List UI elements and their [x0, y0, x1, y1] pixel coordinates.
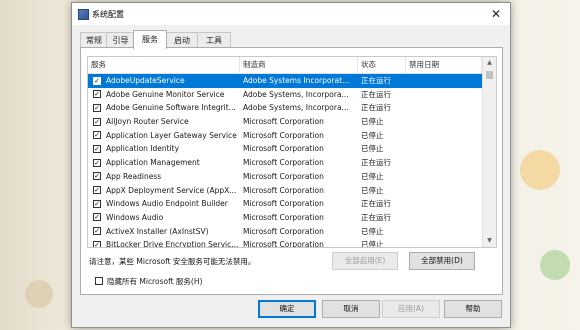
service-status: 已停止	[361, 185, 384, 195]
service-checkbox[interactable]: ✓	[93, 144, 101, 153]
tab-general[interactable]: 常规	[80, 32, 108, 48]
service-status: 正在运行	[361, 158, 391, 168]
scroll-up-arrow-icon[interactable]: ▲	[483, 57, 496, 69]
service-checkbox[interactable]: ✓	[93, 103, 101, 112]
service-manufacturer: Microsoft Corporation	[243, 130, 324, 140]
service-row[interactable]: ✓ App Readiness Microsoft Corporation 已停止	[88, 170, 482, 184]
service-checkbox[interactable]: ✓	[93, 227, 101, 236]
hide-ms-services-box[interactable]	[95, 277, 103, 285]
column-header-disabled-date[interactable]: 禁用日期	[406, 57, 482, 73]
system-configuration-dialog: 系统配置 ✕ 常规 引导 服务 启动 工具 服务 制造商 状态 禁用日期 ✓ Ad…	[71, 2, 511, 328]
tab-services[interactable]: 服务	[133, 30, 167, 49]
services-list-header: 服务 制造商 状态 禁用日期	[88, 57, 482, 74]
cancel-button[interactable]: 取消	[322, 300, 380, 318]
service-checkbox[interactable]: ✓	[93, 76, 101, 85]
column-header-manufacturer[interactable]: 制造商	[240, 57, 358, 73]
service-manufacturer: Adobe Systems, Incorpora...	[243, 89, 349, 99]
service-status: 已停止	[361, 240, 384, 248]
service-row[interactable]: ✓ AppX Deployment Service (AppX... Microso…	[88, 184, 482, 198]
service-status: 正在运行	[361, 89, 391, 99]
help-button[interactable]: 帮助	[444, 300, 502, 318]
tab-tools[interactable]: 工具	[197, 32, 231, 48]
service-row[interactable]: ✓ AllJoyn Router Service Microsoft Corpora…	[88, 115, 482, 129]
service-status: 已停止	[361, 171, 384, 181]
service-manufacturer: Microsoft Corporation	[243, 240, 324, 248]
service-name: ActiveX Installer (AxInstSV)	[106, 226, 209, 236]
service-checkbox[interactable]: ✓	[93, 240, 101, 247]
service-manufacturer: Microsoft Corporation	[243, 226, 324, 236]
service-name: Adobe Genuine Monitor Service	[106, 89, 225, 99]
ok-button[interactable]: 确定	[258, 300, 316, 318]
service-row[interactable]: ✓ Application Identity Microsoft Corporati…	[88, 142, 482, 156]
service-manufacturer: Microsoft Corporation	[243, 185, 324, 195]
service-row[interactable]: ✓ Adobe Genuine Software Integrit... Adobe…	[88, 101, 482, 115]
service-checkbox[interactable]: ✓	[93, 117, 101, 126]
service-checkbox[interactable]: ✓	[93, 186, 101, 194]
service-row[interactable]: ✓ ActiveX Installer (AxInstSV) Microsoft C…	[88, 225, 482, 239]
service-row[interactable]: ✓ AdobeUpdateService Adobe Systems Incorpo…	[88, 74, 482, 88]
scroll-down-arrow-icon[interactable]: ▼	[483, 235, 496, 247]
services-panel: 服务 制造商 状态 禁用日期 ✓ AdobeUpdateService Adobe …	[80, 47, 503, 295]
services-list[interactable]: 服务 制造商 状态 禁用日期 ✓ AdobeUpdateService Adobe …	[87, 56, 497, 248]
ms-services-note: 请注意，某些 Microsoft 安全服务可能无法禁用。	[89, 257, 256, 266]
service-name: Windows Audio Endpoint Builder	[106, 199, 228, 209]
service-status: 已停止	[361, 226, 384, 236]
service-name: BitLocker Drive Encryption Servic...	[106, 240, 238, 248]
service-manufacturer: Microsoft Corporation	[243, 171, 324, 181]
service-name: AllJoyn Router Service	[106, 117, 189, 127]
service-checkbox[interactable]: ✓	[93, 213, 101, 222]
scroll-thumb[interactable]	[486, 71, 493, 79]
service-checkbox[interactable]: ✓	[93, 90, 101, 99]
service-checkbox[interactable]: ✓	[93, 131, 101, 140]
services-rows: ✓ AdobeUpdateService Adobe Systems Incorpo…	[88, 74, 482, 248]
tab-startup[interactable]: 启动	[165, 32, 199, 48]
service-row[interactable]: ✓ Windows Audio Endpoint Builder Microsoft…	[88, 197, 482, 211]
service-name: Windows Audio	[106, 212, 164, 222]
vertical-scrollbar[interactable]: ▲ ▼	[482, 57, 496, 247]
column-header-status[interactable]: 状态	[358, 57, 406, 73]
service-checkbox[interactable]: ✓	[93, 172, 101, 181]
service-row[interactable]: ✓ Windows Audio Microsoft Corporation 正在运行	[88, 211, 482, 225]
service-manufacturer: Microsoft Corporation	[243, 144, 324, 154]
service-status: 已停止	[361, 117, 384, 127]
service-manufacturer: Adobe Systems, Incorpora...	[243, 103, 349, 113]
window-title: 系统配置	[92, 10, 124, 19]
close-icon[interactable]: ✕	[488, 6, 504, 22]
apply-button[interactable]: 应用(A)	[382, 300, 440, 318]
service-row[interactable]: ✓ Adobe Genuine Monitor Service Adobe Syst…	[88, 88, 482, 102]
service-manufacturer: Microsoft Corporation	[243, 199, 324, 209]
service-manufacturer: Microsoft Corporation	[243, 158, 324, 168]
service-status: 正在运行	[361, 76, 391, 85]
service-checkbox[interactable]: ✓	[93, 199, 101, 208]
service-name: Adobe Genuine Software Integrit...	[106, 103, 236, 113]
service-status: 已停止	[361, 130, 384, 140]
service-manufacturer: Adobe Systems Incorporat...	[243, 76, 350, 85]
column-header-service[interactable]: 服务	[88, 57, 240, 73]
service-row[interactable]: ✓ BitLocker Drive Encryption Servic... Mic…	[88, 238, 482, 248]
service-manufacturer: Microsoft Corporation	[243, 117, 324, 127]
service-status: 正在运行	[361, 199, 391, 209]
disable-all-button[interactable]: 全部禁用(D)	[409, 252, 475, 270]
tab-boot[interactable]: 引导	[106, 32, 135, 48]
service-name: AppX Deployment Service (AppX...	[106, 185, 237, 195]
service-row[interactable]: ✓ Application Management Microsoft Corpora…	[88, 156, 482, 170]
service-status: 正在运行	[361, 212, 391, 222]
service-name: Application Layer Gateway Service	[106, 130, 237, 140]
service-manufacturer: Microsoft Corporation	[243, 212, 324, 222]
service-row[interactable]: ✓ Application Layer Gateway Service Micros…	[88, 129, 482, 143]
service-name: App Readiness	[106, 171, 162, 181]
service-name: AdobeUpdateService	[106, 76, 185, 85]
hide-ms-services-label[interactable]: 隐藏所有 Microsoft 服务(H)	[107, 276, 202, 287]
enable-all-button[interactable]: 全部启用(E)	[332, 252, 398, 270]
title-bar[interactable]: 系统配置 ✕	[72, 3, 510, 25]
msconfig-app-icon	[78, 9, 89, 20]
service-status: 正在运行	[361, 103, 391, 113]
service-checkbox[interactable]: ✓	[93, 158, 101, 167]
service-name: Application Management	[106, 158, 200, 168]
service-status: 已停止	[361, 144, 384, 154]
service-name: Application Identity	[106, 144, 180, 154]
